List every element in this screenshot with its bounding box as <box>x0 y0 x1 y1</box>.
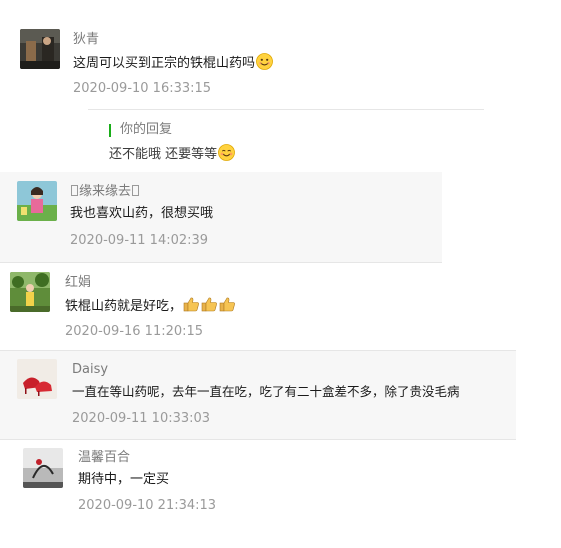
reply-divider <box>88 109 484 110</box>
avatar-image <box>17 181 57 221</box>
comment-timestamp: 2020-09-11 14:02:39 <box>70 233 209 248</box>
comment-text-content: 这周可以买到正宗的铁棍山药吗 <box>73 56 256 71</box>
unknown-glyph-icon <box>132 185 140 196</box>
avatar-image <box>23 448 63 488</box>
thumbs-up-icon <box>201 296 218 313</box>
comment-timestamp: 2020-09-11 10:33:03 <box>72 411 211 426</box>
blush-emoji-icon <box>218 144 236 161</box>
comment-text: 期待中，一定买 <box>78 472 170 487</box>
comment-item: 狄青 这周可以买到正宗的铁棍山药吗 2020-09-10 16:33:15 <box>0 20 520 118</box>
thumbs-up-icon <box>219 296 236 313</box>
comment-timestamp: 2020-09-16 11:20:15 <box>65 324 204 339</box>
nickname: 温馨百合 <box>78 450 131 465</box>
comment-text: 我也喜欢山药，很想买哦 <box>70 206 214 221</box>
avatar-image <box>17 359 57 399</box>
comment-item: 红娟 铁棍山药就是好吃， 2020-09-16 11:20:15 <box>0 264 442 350</box>
comment-text: 铁棍山药就是好吃， <box>65 296 236 316</box>
avatar[interactable] <box>20 29 60 69</box>
reply-text: 还不能哦 还要等等 <box>109 144 236 164</box>
avatar-image <box>10 272 50 312</box>
unknown-glyph-icon <box>71 185 78 196</box>
avatar[interactable] <box>10 272 50 312</box>
comment-text: 这周可以买到正宗的铁棍山药吗 <box>73 53 273 73</box>
comment-divider <box>0 262 442 263</box>
nickname-text: 缘来缘去 <box>79 184 132 199</box>
nickname: 红娟 <box>65 275 92 290</box>
comment-text-content: 铁棍山药就是好吃， <box>65 299 183 314</box>
avatar-image <box>20 29 60 69</box>
reply-accent-bar <box>109 124 111 137</box>
comment-text: 一直在等山药呢，去年一直在吃，吃了有二十盒差不多，除了贵没毛病 <box>72 384 460 399</box>
nickname: 缘来缘去 <box>70 183 140 201</box>
comment-timestamp: 2020-09-10 16:33:15 <box>73 81 212 96</box>
comment-item: 缘来缘去 我也喜欢山药，很想买哦 2020-09-11 14:02:39 <box>0 172 442 262</box>
comment-item: Daisy 一直在等山药呢，去年一直在吃，吃了有二十盒差不多，除了贵没毛病 20… <box>0 351 516 439</box>
reply-text-content: 还不能哦 还要等等 <box>109 147 218 162</box>
nickname: Daisy <box>72 362 109 377</box>
nickname: 狄青 <box>73 32 100 47</box>
comment-timestamp: 2020-09-10 21:34:13 <box>78 498 217 513</box>
reply-label: 你的回复 <box>120 122 173 137</box>
avatar[interactable] <box>17 181 57 221</box>
smile-emoji-icon <box>256 53 273 70</box>
comment-item: 温馨百合 期待中，一定买 2020-09-10 21:34:13 <box>0 440 516 526</box>
avatar[interactable] <box>23 448 63 488</box>
avatar[interactable] <box>17 359 57 399</box>
thumbs-up-icon <box>183 296 200 313</box>
